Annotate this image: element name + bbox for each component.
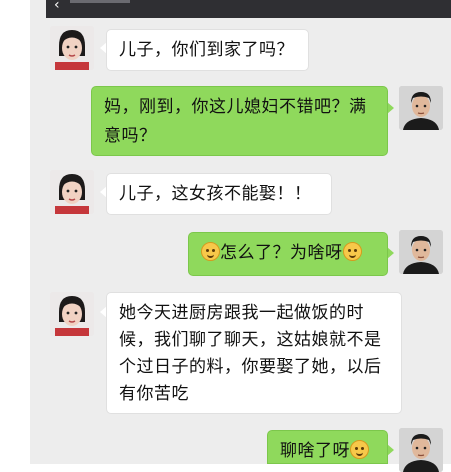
avatar-son[interactable] — [399, 86, 443, 130]
message-text: 怎么了？为啥呀 — [220, 243, 343, 263]
message-text-line: 有你苦吃 — [119, 384, 189, 404]
message-text-line: 意吗？ — [104, 126, 157, 146]
avatar-mom[interactable] — [50, 170, 94, 214]
avatar-son[interactable] — [399, 428, 443, 472]
bubble-tail — [387, 444, 394, 456]
message-bubble-received[interactable]: 儿子，你们到家了吗？ — [106, 29, 309, 71]
surprised-emoji-icon — [201, 242, 220, 261]
smile-emoji-icon — [350, 440, 369, 459]
message-text: 儿子，你们到家了吗？ — [119, 40, 294, 60]
message-text: 聊啥了呀 — [280, 441, 350, 461]
back-button[interactable]: ‹ — [54, 0, 60, 12]
avatar-mom-portrait — [50, 292, 94, 336]
smile-emoji-icon — [342, 242, 362, 261]
avatar-son-portrait — [399, 428, 443, 472]
bubble-tail — [387, 247, 394, 259]
chat-title-redacted — [70, 0, 130, 3]
message-text-line: 候，我们聊了聊天，这姑娘就不是 — [119, 330, 382, 350]
avatar-son-portrait — [399, 230, 443, 274]
avatar-mom-portrait — [50, 26, 94, 70]
avatar-son-portrait — [399, 86, 443, 130]
top-bar: ‹ — [46, 0, 451, 18]
avatar-mom[interactable] — [50, 26, 94, 70]
avatar-mom-portrait — [50, 170, 94, 214]
message-text-line: 她今天进厨房跟我一起做饭的时 — [119, 303, 364, 323]
avatar-mom[interactable] — [50, 292, 94, 336]
message-text-line: 个过日子的料，你要娶了她，以后 — [119, 357, 382, 377]
avatar-son[interactable] — [399, 230, 443, 274]
message-text-line: 妈，刚到，你这儿媳妇不错吧？满 — [104, 97, 367, 117]
bubble-tail — [387, 102, 394, 114]
message-bubble-sent[interactable]: 怎么了？为啥呀 — [188, 232, 388, 276]
message-text: 儿子，这女孩不能娶！！ — [119, 184, 312, 204]
message-bubble-received[interactable]: 儿子，这女孩不能娶！！ — [106, 173, 332, 215]
message-bubble-sent[interactable]: 妈，刚到，你这儿媳妇不错吧？满 意吗？ — [91, 86, 388, 156]
message-bubble-received[interactable]: 她今天进厨房跟我一起做饭的时 候，我们聊了聊天，这姑娘就不是 个过日子的料，你要… — [106, 292, 402, 414]
page: ‹ 儿子，你们到家了吗？ 妈，刚到，你这儿媳妇不错吧？满 意吗？ 儿子，这女孩不… — [0, 0, 451, 472]
message-bubble-sent[interactable]: 聊啥了呀 — [267, 430, 388, 464]
